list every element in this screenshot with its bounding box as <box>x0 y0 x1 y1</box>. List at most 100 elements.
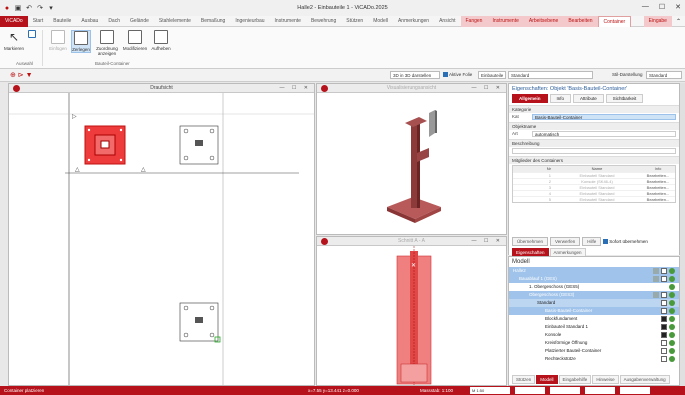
beschreibung-field[interactable] <box>512 147 676 154</box>
section-canvas[interactable]: ✕ <box>317 246 506 385</box>
tab-stahlelemente[interactable]: Stahlelemente <box>154 16 196 27</box>
folie-select[interactable]: Einbauteile <box>478 71 506 79</box>
lock-icon[interactable] <box>653 292 659 298</box>
ribbon-collapse-icon[interactable]: ⌃ <box>676 18 681 25</box>
tab-hinweise[interactable]: Hinweise <box>592 375 619 384</box>
verwerfen-button[interactable]: Verwerfen <box>550 237 581 246</box>
checkbox-icon[interactable] <box>661 276 667 282</box>
standard-select[interactable]: Standard <box>508 71 593 79</box>
snap-tools-icon[interactable]: ⊕ ⊳ ▼ <box>10 71 33 79</box>
table-row[interactable]: 3 Einbauteil Standard Bearbeiten... <box>513 184 675 190</box>
tab-start[interactable]: Start <box>28 16 49 27</box>
lock-icon[interactable] <box>653 276 659 282</box>
visibility-icon[interactable] <box>669 332 675 338</box>
undo-icon[interactable]: ↶ <box>25 4 33 12</box>
checkbox-icon[interactable] <box>661 268 667 274</box>
lock-icon[interactable] <box>653 268 659 274</box>
member-edit[interactable]: Bearbeiten... <box>641 185 675 190</box>
hilfe-button[interactable]: Hilfe <box>582 237 602 246</box>
save-icon[interactable]: ▣ <box>14 4 22 12</box>
tab-stuetzen[interactable]: Stützen <box>341 16 368 27</box>
status-field-4[interactable] <box>620 387 650 394</box>
tab-stuetzen-panel[interactable]: Stützen <box>512 375 536 384</box>
aufheben-button[interactable]: Aufheben <box>151 30 171 51</box>
status-field-2[interactable] <box>550 387 580 394</box>
tree-item[interactable]: Bauablauf 1 (GES) <box>509 275 679 283</box>
checkbox-icon[interactable] <box>661 308 667 314</box>
schnitt-window-controls[interactable]: — ☐ ✕ <box>472 237 503 246</box>
tab-eingabehilfe[interactable]: Eingabehilfe <box>558 375 592 384</box>
show3d-toggle[interactable]: 3D in 3D darstellen <box>390 71 440 79</box>
minimize-button[interactable]: — <box>642 3 649 11</box>
tree-item[interactable]: 1. Obergeschoss (GES5) <box>509 283 679 291</box>
table-row[interactable]: 5 Einbauteil Standard Bearbeiten... <box>513 196 675 202</box>
visibility-icon[interactable] <box>669 348 675 354</box>
3d-canvas[interactable] <box>317 93 506 234</box>
tab-info[interactable]: Info <box>549 94 572 103</box>
visibility-icon[interactable] <box>669 276 675 282</box>
quick-access-dropdown-icon[interactable]: ▾ <box>47 4 55 12</box>
status-zoom[interactable]: M 1:50 <box>470 387 510 394</box>
markieren-button[interactable]: ↖ Markieren <box>4 30 24 51</box>
tab-allgemein[interactable]: Allgemein <box>512 94 548 103</box>
uebernehmen-button[interactable]: Übernehmen <box>512 237 549 246</box>
table-row[interactable]: 1 Einbauteil Standard Bearbeiten... <box>513 172 675 178</box>
visibility-icon[interactable] <box>669 268 675 274</box>
tree-item[interactable]: Platzierter Bauteil-Container <box>509 347 679 355</box>
tab-sichtbarkeit[interactable]: Sichtbarkeit <box>605 94 644 103</box>
visibility-icon[interactable] <box>669 284 675 290</box>
checkbox-icon[interactable] <box>661 356 667 362</box>
visual-window-controls[interactable]: — ☐ ✕ <box>472 84 503 93</box>
tab-container[interactable]: Container <box>597 15 632 27</box>
foundation-top-right[interactable] <box>179 125 219 165</box>
tab-ansicht[interactable]: Ansicht <box>434 16 460 27</box>
checkbox-icon[interactable] <box>661 332 667 338</box>
tab-anmerkungen[interactable]: Anmerkungen <box>393 16 434 27</box>
visibility-icon[interactable] <box>669 300 675 306</box>
visibility-icon[interactable] <box>669 292 675 298</box>
visibility-icon[interactable] <box>669 340 675 346</box>
tab-bemassung[interactable]: Bemaßung <box>196 16 230 27</box>
tree-item[interactable]: Basis-Bauteil-Container <box>509 307 679 315</box>
table-row[interactable]: 2 Konsole (SK46-4) Bearbeiten... <box>513 178 675 184</box>
einfuegen-button[interactable]: Einfügen <box>48 30 68 51</box>
status-field-3[interactable] <box>585 387 615 394</box>
tab-fangen[interactable]: Fangen <box>460 15 488 27</box>
visibility-icon[interactable] <box>669 308 675 314</box>
tab-modell-panel[interactable]: Modell <box>536 375 558 384</box>
tree-item[interactable]: Obergeschoss (GES3) <box>509 291 679 299</box>
checkbox-icon[interactable] <box>661 340 667 346</box>
maximize-button[interactable]: ☐ <box>659 3 665 11</box>
draufsicht-window-controls[interactable]: — ☐ ✕ <box>280 84 311 93</box>
foundation-bottom-right[interactable] <box>179 302 221 343</box>
tab-ctx-instrumente[interactable]: Instrumente <box>487 15 524 27</box>
tab-ausbau[interactable]: Ausbau <box>76 16 103 27</box>
tab-instrumente[interactable]: Instrumente <box>270 16 306 27</box>
table-row[interactable]: 4 Einbauteil Standard Bearbeiten... <box>513 190 675 196</box>
visibility-icon[interactable] <box>669 356 675 362</box>
tree-item[interactable]: Rechteckstütze <box>509 355 679 363</box>
visibility-icon[interactable] <box>669 316 675 322</box>
active-folie-checkbox[interactable]: Aktive Folie <box>443 72 472 78</box>
tab-gelaende[interactable]: Gelände <box>125 16 154 27</box>
sofort-checkbox[interactable]: Sofort übernehmen <box>603 239 648 245</box>
tree-item[interactable]: Einbauteil Standard 1 <box>509 323 679 331</box>
close-button[interactable]: ✕ <box>675 3 681 11</box>
tab-eingabe[interactable]: Eingabe <box>643 15 672 27</box>
tree-item[interactable]: Halle2 <box>509 267 679 275</box>
checkbox-icon[interactable] <box>661 316 667 322</box>
modifizieren-button[interactable]: Modifizieren <box>122 30 148 51</box>
plan-canvas[interactable]: ▷ △ △ <box>9 93 314 385</box>
visibility-icon[interactable] <box>669 324 675 330</box>
checkbox-icon[interactable] <box>661 300 667 306</box>
tab-modell[interactable]: Modell <box>368 16 393 27</box>
tab-bearbeiten[interactable]: Bearbeiten <box>563 15 598 27</box>
tab-ausgabenverwaltung[interactable]: Ausgabenverwaltung <box>619 375 670 384</box>
tree-item[interactable]: Konsole <box>509 331 679 339</box>
zerlegen-button[interactable]: Zerlegen <box>71 30 91 53</box>
tab-app[interactable]: ViCADo <box>0 15 28 27</box>
tree-item[interactable]: Kreisförmige Öffnung <box>509 339 679 347</box>
checkbox-icon[interactable] <box>661 348 667 354</box>
member-edit[interactable]: Bearbeiten... <box>641 197 675 202</box>
checkbox-icon[interactable] <box>661 324 667 330</box>
